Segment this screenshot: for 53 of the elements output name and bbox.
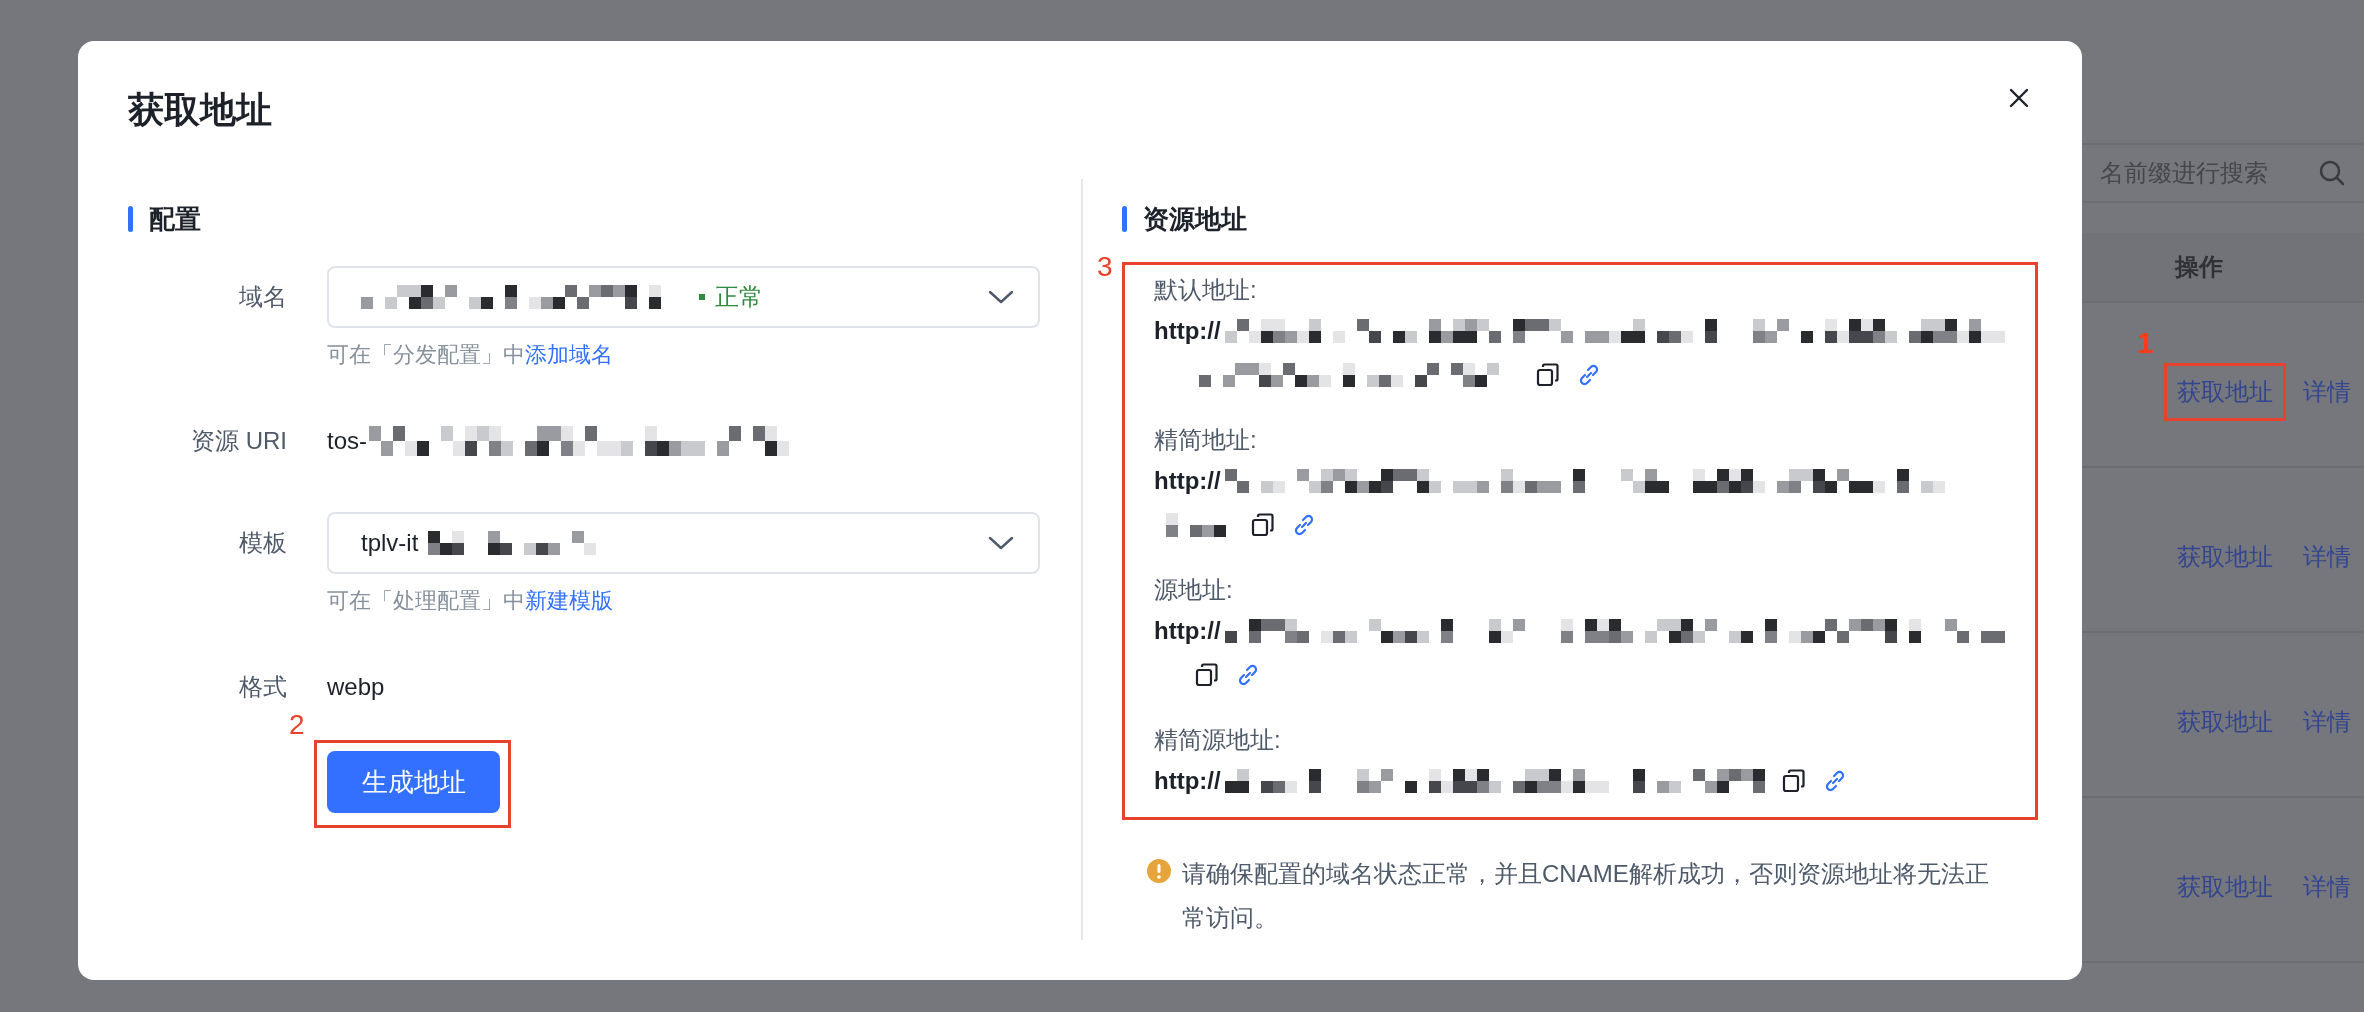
- action-link[interactable]: 获取地址: [2177, 870, 2273, 903]
- dialog-title: 获取地址: [128, 87, 272, 132]
- copy-icon[interactable]: [1535, 362, 1561, 388]
- address-label: 精简地址:: [1154, 425, 1258, 455]
- url-prefix: http://: [1154, 317, 1221, 345]
- copy-icon[interactable]: [1194, 662, 1220, 688]
- action-link[interactable]: 获取地址: [2177, 377, 2273, 405]
- url-prefix: http://: [1154, 467, 1221, 495]
- hint-text: 可在「分发配置」中添加域名: [327, 341, 614, 369]
- address-label: 精简源地址:: [1154, 725, 1282, 755]
- field-value: tos-: [327, 427, 367, 455]
- annotation-number: 1: [2137, 325, 2154, 360]
- caret-icon: [988, 289, 1014, 305]
- field-label: 域名: [238, 282, 287, 312]
- action-link[interactable]: 获取地址: [2177, 540, 2273, 573]
- column-header: 操作: [2175, 252, 2223, 282]
- close-icon[interactable]: [2008, 87, 2030, 109]
- url-prefix: http://: [1154, 767, 1221, 795]
- search-icon: [2318, 159, 2346, 187]
- section-marker: [128, 206, 133, 232]
- action-link[interactable]: 获取地址: [2177, 705, 2273, 738]
- new-template-link[interactable]: 新建模版: [525, 588, 613, 613]
- status-text: 正常: [715, 282, 763, 312]
- copy-icon[interactable]: [1780, 768, 1807, 794]
- template-select[interactable]: tplv-it: [327, 512, 1040, 574]
- action-link[interactable]: 详情: [2303, 870, 2351, 903]
- section-title: 配置: [149, 202, 201, 236]
- select-value: tplv-it: [361, 529, 419, 557]
- annotation-number: 3: [1097, 251, 1113, 283]
- field-label: 模板: [238, 528, 287, 558]
- action-link[interactable]: 详情: [2303, 375, 2351, 408]
- link-icon[interactable]: [1577, 363, 1601, 387]
- link-icon[interactable]: [1236, 663, 1260, 687]
- hint-text: 可在「处理配置」中新建模版: [327, 587, 614, 615]
- address-label: 默认地址:: [1154, 275, 1258, 305]
- copy-icon[interactable]: [1250, 512, 1276, 538]
- address-label: 源地址:: [1154, 575, 1234, 605]
- annotation-number: 2: [289, 709, 305, 741]
- generate-button[interactable]: 生成地址: [327, 751, 500, 813]
- caret-icon: [988, 535, 1014, 551]
- field-value: webp: [327, 673, 385, 701]
- domain-select[interactable]: 正常: [327, 266, 1040, 328]
- field-label: 资源 URI: [190, 426, 287, 456]
- warning-text: 请确保配置的域名状态正常，并且CNAME解析成功，否则资源地址将无法正常访问。: [1182, 859, 1990, 933]
- add-domain-link[interactable]: 添加域名: [525, 342, 613, 367]
- url-prefix: http://: [1154, 617, 1221, 645]
- section-marker: [1122, 206, 1127, 232]
- field-label: 格式: [238, 672, 287, 702]
- warning-icon: [1146, 858, 1172, 884]
- link-icon[interactable]: [1292, 513, 1316, 537]
- section-title: 资源地址: [1143, 202, 1247, 236]
- action-link[interactable]: 详情: [2303, 705, 2351, 738]
- action-link[interactable]: 详情: [2303, 540, 2351, 573]
